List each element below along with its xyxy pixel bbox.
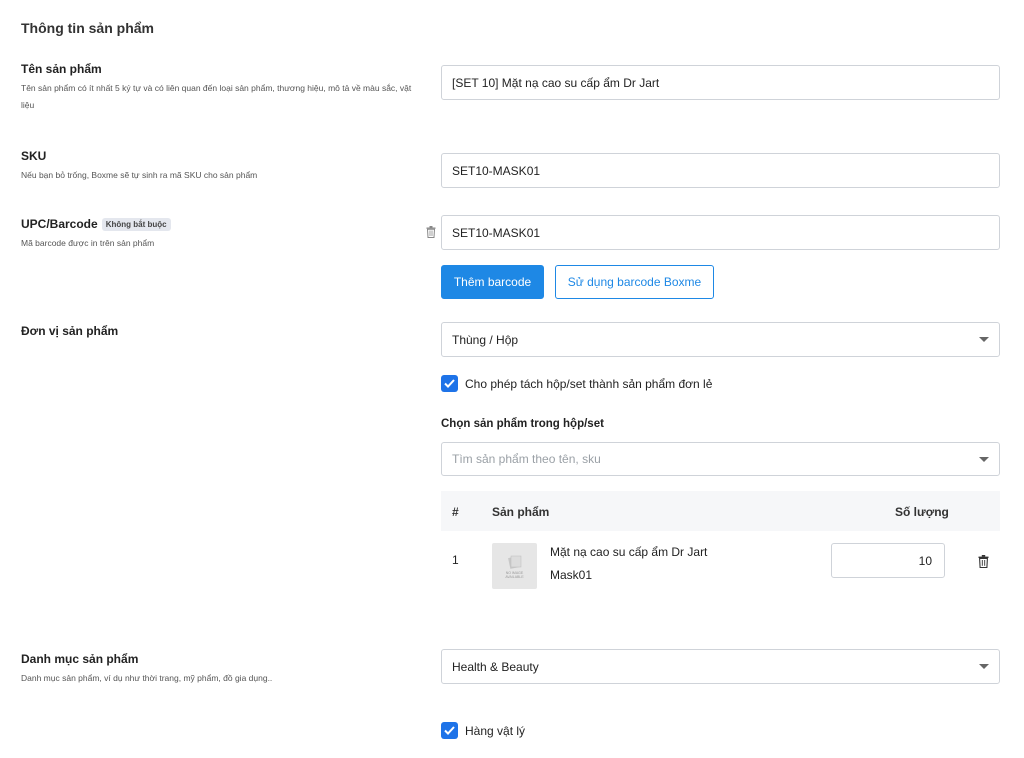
barcode-input[interactable]: SET10-MASK01 (441, 215, 1000, 250)
barcode-value: SET10-MASK01 (452, 225, 541, 240)
category-label: Danh mục sản phẩm (21, 652, 139, 666)
split-set-checkbox[interactable] (441, 375, 458, 392)
unit-value: Thùng / Hộp (452, 332, 519, 347)
physical-goods-label: Hàng vật lý (465, 723, 526, 738)
row-product-sku: Mask01 (550, 568, 593, 582)
section-title: Thông tin sản phẩm (21, 20, 154, 36)
physical-goods-checkbox[interactable] (441, 722, 458, 739)
add-barcode-button[interactable]: Thêm barcode (441, 265, 544, 299)
quantity-value: 10 (918, 553, 932, 568)
unit-label: Đơn vị sản phẩm (21, 324, 119, 338)
choose-products-label: Chọn sản phẩm trong hộp/set (441, 418, 604, 430)
chevron-down-icon (979, 337, 989, 342)
physical-goods-checkbox-row[interactable]: Hàng vật lý (441, 722, 525, 739)
chevron-down-icon (979, 664, 989, 669)
column-quantity-header: Số lượng (895, 505, 949, 519)
product-name-value: [SET 10] Mặt nạ cao su cấp ẩm Dr Jart (452, 75, 660, 90)
barcode-label: UPC/Barcode (21, 217, 98, 231)
barcode-description: Mã barcode được in trên sản phẩm (21, 238, 155, 248)
unit-select[interactable]: Thùng / Hộp (441, 322, 1000, 357)
product-name-input[interactable]: [SET 10] Mặt nạ cao su cấp ẩm Dr Jart (441, 65, 1000, 100)
delete-barcode-icon[interactable] (424, 225, 438, 239)
split-set-checkbox-row[interactable]: Cho phép tách hộp/set thành sản phẩm đơn… (441, 375, 712, 392)
barcode-label-row: UPC/Barcode Không bắt buộc (21, 217, 171, 231)
product-name-label: Tên sản phẩm (21, 62, 102, 76)
sku-input[interactable]: SET10-MASK01 (441, 153, 1000, 188)
table-header: # Sản phẩm Số lượng (441, 491, 1000, 531)
sku-value: SET10-MASK01 (452, 163, 541, 178)
thumbnail-caption: NO IMAGE AVAILABLE (505, 570, 524, 579)
chevron-down-icon (979, 456, 989, 462)
product-search-select[interactable]: Tìm sản phẩm theo tên, sku (441, 442, 1000, 476)
use-boxme-barcode-button[interactable]: Sử dụng barcode Boxme (555, 265, 714, 299)
category-select[interactable]: Health & Beauty (441, 649, 1000, 684)
image-placeholder-icon (507, 555, 521, 569)
optional-badge: Không bắt buộc (101, 218, 171, 231)
product-search-placeholder: Tìm sản phẩm theo tên, sku (452, 452, 601, 466)
row-index: 1 (452, 553, 459, 567)
column-product-header: Sản phẩm (492, 505, 550, 519)
sku-label: SKU (21, 149, 47, 163)
category-description: Danh mục sản phẩm, ví dụ như thời trang,… (21, 673, 273, 683)
product-name-description: Tên sản phẩm có ít nhất 5 ký tự và có li… (21, 83, 412, 110)
delete-row-icon[interactable] (976, 554, 990, 568)
quantity-input[interactable]: 10 (831, 543, 945, 578)
sku-description: Nếu bạn bỏ trống, Boxme sẽ tự sinh ra mã… (21, 170, 258, 180)
category-value: Health & Beauty (452, 659, 539, 674)
row-product-name: Mặt nạ cao su cấp ẩm Dr Jart (550, 545, 708, 559)
split-set-checkbox-label: Cho phép tách hộp/set thành sản phẩm đơn… (465, 376, 713, 391)
product-thumbnail: NO IMAGE AVAILABLE (492, 543, 537, 589)
column-index-header: # (452, 505, 459, 519)
table-row: 1 NO IMAGE AVAILABLE Mặt nạ cao su cấp ẩ… (441, 531, 1000, 601)
